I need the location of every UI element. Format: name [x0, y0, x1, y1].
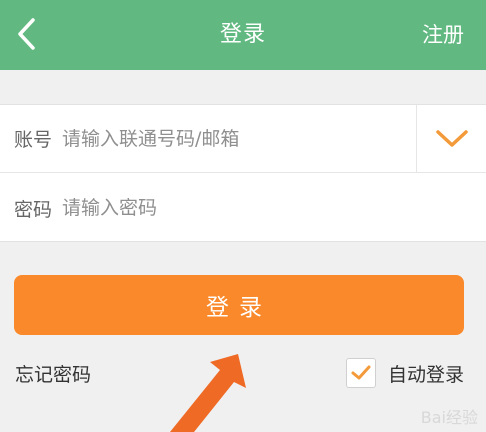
watermark: Bai经验 [420, 408, 478, 427]
password-input[interactable] [62, 188, 392, 228]
account-label: 账号 [14, 129, 53, 151]
login-button[interactable]: 登录 [14, 275, 464, 335]
auto-login-checkbox[interactable] [345, 358, 376, 388]
app-header: 登录 注册 [0, 0, 486, 70]
account-row: 账号 [0, 105, 486, 173]
account-dropdown-button[interactable] [416, 105, 486, 173]
auto-login-label: 自动登录 [387, 363, 464, 386]
account-input[interactable] [62, 118, 392, 159]
auto-login-toggle[interactable]: 自动登录 [345, 356, 464, 390]
check-icon [351, 365, 371, 380]
password-label: 密码 [14, 198, 53, 221]
register-button[interactable]: 注册 [422, 0, 464, 70]
pointer-arrow-icon [170, 354, 246, 432]
chevron-down-icon [435, 130, 468, 147]
password-row: 密码 [0, 174, 486, 242]
page-title: 登录 [219, 22, 266, 47]
forgot-password-link[interactable]: 忘记密码 [15, 360, 91, 387]
login-form: 账号 密码 [0, 104, 486, 242]
